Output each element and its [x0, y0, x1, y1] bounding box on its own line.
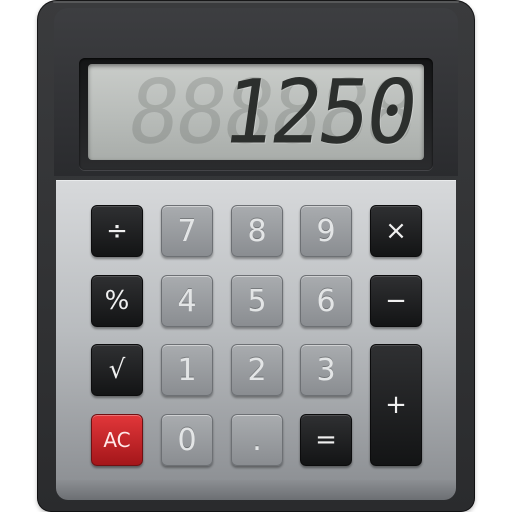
plus-button[interactable]: + [370, 344, 422, 466]
divide-button[interactable]: ÷ [91, 205, 143, 257]
equals-button[interactable]: = [300, 414, 352, 466]
digit-7-button[interactable]: 7 [161, 205, 213, 257]
digit-9-button[interactable]: 9 [300, 205, 352, 257]
multiply-button[interactable]: × [370, 205, 422, 257]
all-clear-button[interactable]: AC [91, 414, 143, 466]
decimal-point-button[interactable]: . [231, 414, 283, 466]
digit-5-button[interactable]: 5 [231, 275, 283, 327]
digit-4-button[interactable]: 4 [161, 275, 213, 327]
minus-button[interactable]: − [370, 275, 422, 327]
square-root-button[interactable]: √ [91, 344, 143, 396]
digit-6-button[interactable]: 6 [300, 275, 352, 327]
calculator-base [56, 480, 456, 500]
digit-8-button[interactable]: 8 [231, 205, 283, 257]
percent-button[interactable]: % [91, 275, 143, 327]
digit-2-button[interactable]: 2 [231, 344, 283, 396]
digit-3-button[interactable]: 3 [300, 344, 352, 396]
lcd-display: 888888 1250 [88, 64, 424, 160]
digit-1-button[interactable]: 1 [161, 344, 213, 396]
lcd-value: 1250 [216, 64, 422, 160]
digit-0-button[interactable]: 0 [161, 414, 213, 466]
